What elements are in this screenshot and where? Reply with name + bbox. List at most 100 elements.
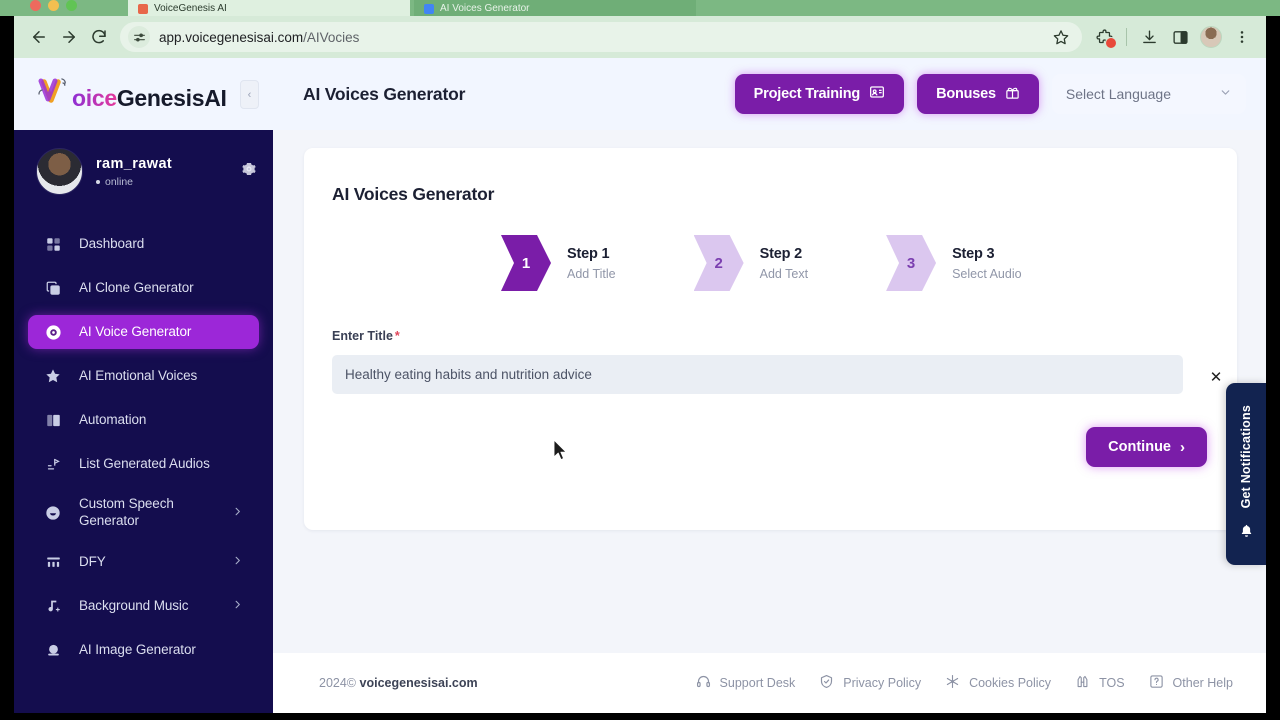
footer-link-privacy-policy[interactable]: Privacy Policy xyxy=(819,674,921,692)
sidebar-item-label: Background Music xyxy=(79,597,189,613)
sidebar-item-custom-speech-generator[interactable]: Custom Speech Generator xyxy=(28,491,259,535)
chevron-right-icon xyxy=(232,506,243,520)
get-notifications-tab[interactable]: Get Notifications xyxy=(1226,383,1266,565)
tune-sliders-icon[interactable] xyxy=(128,26,150,48)
step-indicator: 1 Step 1 Add Title 2 Step 2 Add Text 3 S… xyxy=(501,235,1237,291)
step-1[interactable]: 1 Step 1 Add Title xyxy=(501,235,616,291)
gear-icon[interactable] xyxy=(241,161,257,182)
step-name: Step 1 xyxy=(567,245,610,262)
step-3[interactable]: 3 Step 3 Select Audio xyxy=(886,235,1022,291)
maximize-window-button[interactable] xyxy=(66,0,77,11)
bonuses-button[interactable]: Bonuses xyxy=(917,74,1039,114)
enter-title-label-text: Enter Title xyxy=(332,329,393,343)
extensions-puzzle-icon[interactable] xyxy=(1090,23,1118,51)
page-footer: 2024© voicegenesisai.com Support Desk Pr… xyxy=(273,653,1266,713)
sidebar-nav: Dashboard AI Clone Generator AI Voice Ge… xyxy=(14,227,273,667)
status-dot-icon xyxy=(96,179,100,184)
address-bar-text: app.voicegenesisai.com/AIVocies xyxy=(159,30,359,45)
shield-check-icon xyxy=(819,674,834,692)
split-panel-icon[interactable] xyxy=(1166,23,1194,51)
tab-favicon-icon xyxy=(138,4,148,14)
chevron-right-icon xyxy=(232,599,243,613)
title-input[interactable] xyxy=(332,355,1183,394)
browser-tab-inactive[interactable]: AI Voices Generator xyxy=(414,0,696,16)
enter-title-label: Enter Title * xyxy=(332,329,1237,343)
required-marker: * xyxy=(394,329,400,343)
download-icon[interactable] xyxy=(1135,23,1163,51)
sidebar-item-ai-emotional-voices[interactable]: AI Emotional Voices xyxy=(28,359,259,393)
sidebar-item-label: DFY xyxy=(79,553,106,569)
extension-badge xyxy=(1105,37,1117,49)
toolbar-icons xyxy=(1090,23,1256,51)
close-icon[interactable]: ✕ xyxy=(1208,369,1224,386)
tab-favicon-icon xyxy=(424,4,434,14)
collapse-sidebar-icon[interactable]: ‹ xyxy=(240,80,259,109)
avatar xyxy=(36,148,83,195)
sidebar-item-label: Custom Speech Generator xyxy=(79,496,174,528)
headset-icon xyxy=(696,674,711,692)
image-circle-icon xyxy=(44,643,62,658)
close-window-button[interactable] xyxy=(30,0,41,11)
step-subtitle: Select Audio xyxy=(952,266,1022,281)
reload-icon[interactable] xyxy=(84,22,114,52)
clone-copy-icon xyxy=(44,281,62,296)
forward-arrow-icon[interactable] xyxy=(54,22,84,52)
app-logo[interactable]: oice Genesis AI ‹ xyxy=(14,58,273,130)
footer-links: Support Desk Privacy Policy Cookies Poli… xyxy=(696,674,1266,692)
app-header: oice Genesis AI ‹ AI Voices Generator Pr… xyxy=(14,58,1266,130)
page-viewport: oice Genesis AI ‹ AI Voices Generator Pr… xyxy=(14,58,1266,713)
get-notifications-label: Get Notifications xyxy=(1239,405,1253,509)
kebab-menu-icon[interactable] xyxy=(1228,23,1256,51)
footer-link-tos[interactable]: TOS xyxy=(1075,674,1125,692)
main-content: AI Voices Generator 1 Step 1 Add Title 2 xyxy=(273,130,1266,713)
step-2[interactable]: 2 Step 2 Add Text xyxy=(693,235,808,291)
footer-link-label: Other Help xyxy=(1172,676,1233,690)
mouse-cursor xyxy=(553,439,569,466)
address-bar[interactable]: app.voicegenesisai.com/AIVocies xyxy=(120,22,1082,52)
sidebar-item-ai-clone-generator[interactable]: AI Clone Generator xyxy=(28,271,259,305)
smiley-icon xyxy=(44,505,62,521)
step-subtitle: Add Title xyxy=(567,266,616,281)
gift-icon xyxy=(1005,85,1020,104)
star-icon[interactable] xyxy=(1048,24,1074,50)
cookie-snowflake-icon xyxy=(945,674,960,692)
sidebar-item-list-generated-audios[interactable]: List Generated Audios xyxy=(28,447,259,481)
chevron-right-icon xyxy=(232,555,243,569)
sidebar: ram_rawat online Dashboard AI Clone Gene… xyxy=(14,130,273,713)
training-card-icon xyxy=(869,84,885,104)
sidebar-item-dashboard[interactable]: Dashboard xyxy=(28,227,259,261)
sidebar-item-label: AI Emotional Voices xyxy=(79,367,198,383)
profile-status: online xyxy=(96,176,172,188)
minimize-window-button[interactable] xyxy=(48,0,59,11)
browser-tab-active[interactable]: VoiceGenesis AI xyxy=(128,0,410,16)
profile-status-label: online xyxy=(105,175,134,188)
header-actions: Project Training Bonuses Select Language xyxy=(734,74,1266,114)
url-host: app.voicegenesisai.com xyxy=(159,29,304,45)
list-audio-icon xyxy=(44,457,62,472)
sidebar-item-automation[interactable]: Automation xyxy=(28,403,259,437)
sidebar-profile[interactable]: ram_rawat online xyxy=(14,130,273,195)
language-select[interactable]: Select Language xyxy=(1051,74,1246,114)
document-binoculars-icon xyxy=(1075,674,1090,692)
music-note-plus-icon xyxy=(44,598,62,614)
footer-link-support-desk[interactable]: Support Desk xyxy=(696,674,796,692)
record-circle-icon xyxy=(44,324,62,341)
profile-avatar-icon[interactable] xyxy=(1197,23,1225,51)
card-title: AI Voices Generator xyxy=(332,184,495,204)
footer-link-cookies-policy[interactable]: Cookies Policy xyxy=(945,674,1051,692)
sidebar-item-label: Dashboard xyxy=(79,235,145,251)
sidebar-item-dfy[interactable]: DFY xyxy=(28,545,259,579)
footer-link-other-help[interactable]: Other Help xyxy=(1149,674,1233,692)
footer-link-label: TOS xyxy=(1099,676,1125,690)
logo-voice-wave-icon xyxy=(38,76,72,106)
sidebar-item-background-music[interactable]: Background Music xyxy=(28,589,259,623)
back-arrow-icon[interactable] xyxy=(24,22,54,52)
footer-link-label: Support Desk xyxy=(719,676,796,690)
grid-dashboard-icon xyxy=(44,237,62,252)
step-number-badge: 2 xyxy=(693,235,744,291)
window-controls[interactable] xyxy=(30,0,77,11)
sidebar-item-ai-image-generator[interactable]: AI Image Generator xyxy=(28,633,259,667)
continue-button[interactable]: Continue › xyxy=(1086,427,1207,467)
project-training-button[interactable]: Project Training xyxy=(734,74,905,114)
sidebar-item-ai-voice-generator[interactable]: AI Voice Generator xyxy=(28,315,259,349)
